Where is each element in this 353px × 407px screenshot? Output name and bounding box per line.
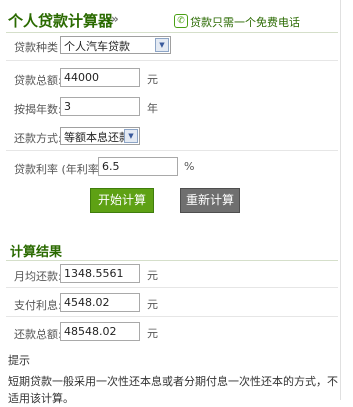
page-title: 个人贷款计算器 [8,12,114,30]
interest-label: 支付利息: [14,299,62,312]
years-label: 按揭年数: [14,103,62,116]
method-value: 等额本息还款 [64,131,130,144]
header-divider [6,32,338,33]
rate-input[interactable]: 6.5 [98,157,178,176]
amount-unit: 元 [147,73,158,86]
free-phone-link[interactable]: 贷款只需一个免费电话 [190,14,300,30]
divider [6,150,338,151]
divider [6,60,338,61]
calculate-button[interactable]: 开始计算 [90,188,154,213]
divider [6,316,338,317]
monthly-unit: 元 [147,269,158,282]
total-label: 还款总额: [14,328,62,341]
loan-type-value: 个人汽车贷款 [64,40,130,53]
results-title: 计算结果 [10,245,63,260]
chevron-icon: » [111,12,119,26]
amount-label: 贷款总额: [14,74,62,87]
interest-unit: 元 [147,298,158,311]
reset-button[interactable]: 重新计算 [180,188,240,213]
years-unit: 年 [147,102,158,115]
results-divider [6,260,338,261]
method-label: 还款方式: [14,132,62,145]
tips-text: 短期贷款一般采用一次性还本息或者分期付息一次性还本的方式，不适用该计算。 [8,375,338,405]
loan-type-select[interactable]: 个人汽车贷款 ▼ [60,36,171,54]
phone-icon: ✆ [174,14,188,28]
years-input[interactable]: 3 [60,97,140,116]
total-unit: 元 [147,327,158,340]
rate-unit: % [184,160,195,173]
chevron-down-icon: ▼ [124,129,138,143]
right-border [340,0,341,400]
total-repayment-field[interactable]: 48548.02 [60,322,140,341]
method-select[interactable]: 等额本息还款 ▼ [60,127,140,145]
amount-input[interactable]: 44000 [60,68,140,87]
monthly-label: 月均还款: [14,270,62,283]
rate-label: 贷款利率 (年利率): [14,163,107,176]
monthly-payment-field[interactable]: 1348.5561 [60,264,140,283]
interest-field[interactable]: 4548.02 [60,293,140,312]
tips-title: 提示 [8,354,30,367]
divider [6,287,338,288]
chevron-down-icon: ▼ [155,38,169,52]
